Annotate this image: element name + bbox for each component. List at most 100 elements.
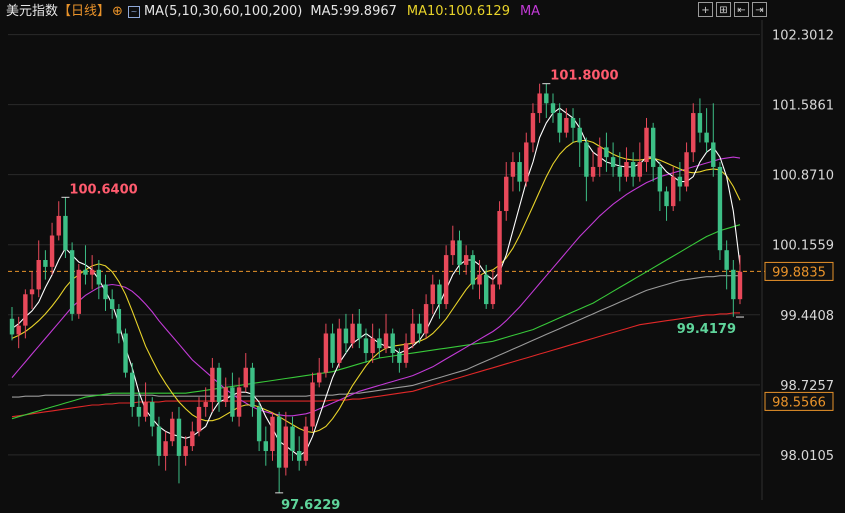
candle [190, 421, 195, 452]
candle [544, 83, 549, 118]
candle-body [330, 333, 335, 363]
candle-body [577, 127, 582, 143]
candle-body [210, 367, 215, 403]
candle-body [323, 333, 329, 373]
candle-body [443, 255, 449, 305]
candle [497, 201, 502, 290]
candle-body [510, 162, 516, 177]
candle-body [43, 260, 48, 267]
candle-body [9, 318, 15, 335]
candle [36, 240, 41, 298]
candle-body [691, 113, 696, 153]
candle [343, 313, 349, 354]
candle-body [530, 113, 536, 143]
candle-body [16, 325, 21, 335]
candle-body [597, 147, 602, 167]
candle-body [463, 255, 469, 265]
candle [43, 250, 48, 280]
candle-body [216, 367, 222, 403]
candle-body [711, 142, 716, 167]
candle-body [437, 284, 442, 305]
candle-body [617, 166, 622, 177]
candle-body [557, 113, 562, 133]
candle [49, 222, 55, 275]
candle-body [697, 113, 703, 133]
candle-body [303, 426, 309, 461]
candle [664, 186, 669, 221]
candle-body [377, 338, 382, 349]
candle-body [196, 406, 202, 432]
candle-body [737, 271, 743, 300]
candle-body [123, 333, 128, 373]
candle-body [36, 260, 41, 290]
candle [330, 323, 335, 368]
candle [590, 152, 596, 182]
y-tick-label: 101.5861 [772, 99, 834, 114]
candle-body [671, 176, 676, 207]
extreme-label: 100.6400 [69, 182, 137, 197]
candle-body [490, 284, 496, 305]
candle-body [150, 402, 155, 427]
candle [210, 357, 215, 412]
candle [624, 147, 629, 182]
candle [650, 122, 656, 182]
candle [196, 397, 202, 437]
candle [76, 263, 81, 319]
candle-body [383, 333, 389, 349]
candle [657, 162, 663, 212]
candle [383, 313, 389, 354]
candle-body [504, 176, 509, 212]
candle-body [650, 127, 656, 167]
candle-body [176, 418, 182, 456]
candle [123, 328, 128, 378]
candle-body [517, 162, 522, 182]
candle [350, 313, 355, 349]
candle-body [116, 308, 122, 334]
candle [637, 142, 643, 182]
candle [477, 260, 482, 300]
candle-body [276, 416, 282, 468]
candle-body [223, 387, 228, 403]
candle [403, 333, 409, 368]
candle [711, 103, 716, 177]
grid [8, 20, 765, 500]
candle [610, 142, 616, 177]
candle-body [483, 274, 489, 305]
ma5-line [11, 107, 741, 457]
price-chart[interactable]: 102.3012 101.5861 100.8710 100.1559 99.4408 9… [0, 0, 845, 513]
candle-body [684, 152, 689, 187]
candle-body [397, 353, 402, 363]
candle [363, 328, 369, 363]
candle-body [564, 117, 569, 133]
candle [310, 372, 315, 432]
candle-body [49, 235, 55, 267]
candle [530, 103, 536, 153]
candle-body [130, 372, 135, 407]
candle-body [403, 343, 409, 363]
candle-body [637, 162, 643, 177]
candle [537, 83, 542, 123]
extreme-label: 97.6229 [281, 498, 340, 513]
candle-body [410, 323, 415, 344]
candle-body [450, 240, 456, 256]
candle-body [256, 406, 262, 442]
candle-body [423, 304, 429, 334]
candle-body [390, 333, 395, 354]
candle [597, 137, 602, 177]
candle [243, 353, 248, 393]
candle-body [236, 387, 242, 417]
candle [684, 142, 689, 192]
y-tick-label: 102.3012 [772, 29, 834, 44]
extreme-label: 101.8000 [550, 69, 618, 84]
candle-body [109, 299, 115, 309]
candle-body [624, 162, 629, 177]
candle [717, 162, 723, 260]
candle [150, 397, 155, 437]
candle [296, 436, 302, 471]
candle [9, 307, 15, 341]
candle [56, 201, 61, 241]
candle [737, 255, 743, 305]
candle [69, 242, 75, 321]
candle-body [283, 426, 289, 468]
candle [143, 382, 148, 422]
